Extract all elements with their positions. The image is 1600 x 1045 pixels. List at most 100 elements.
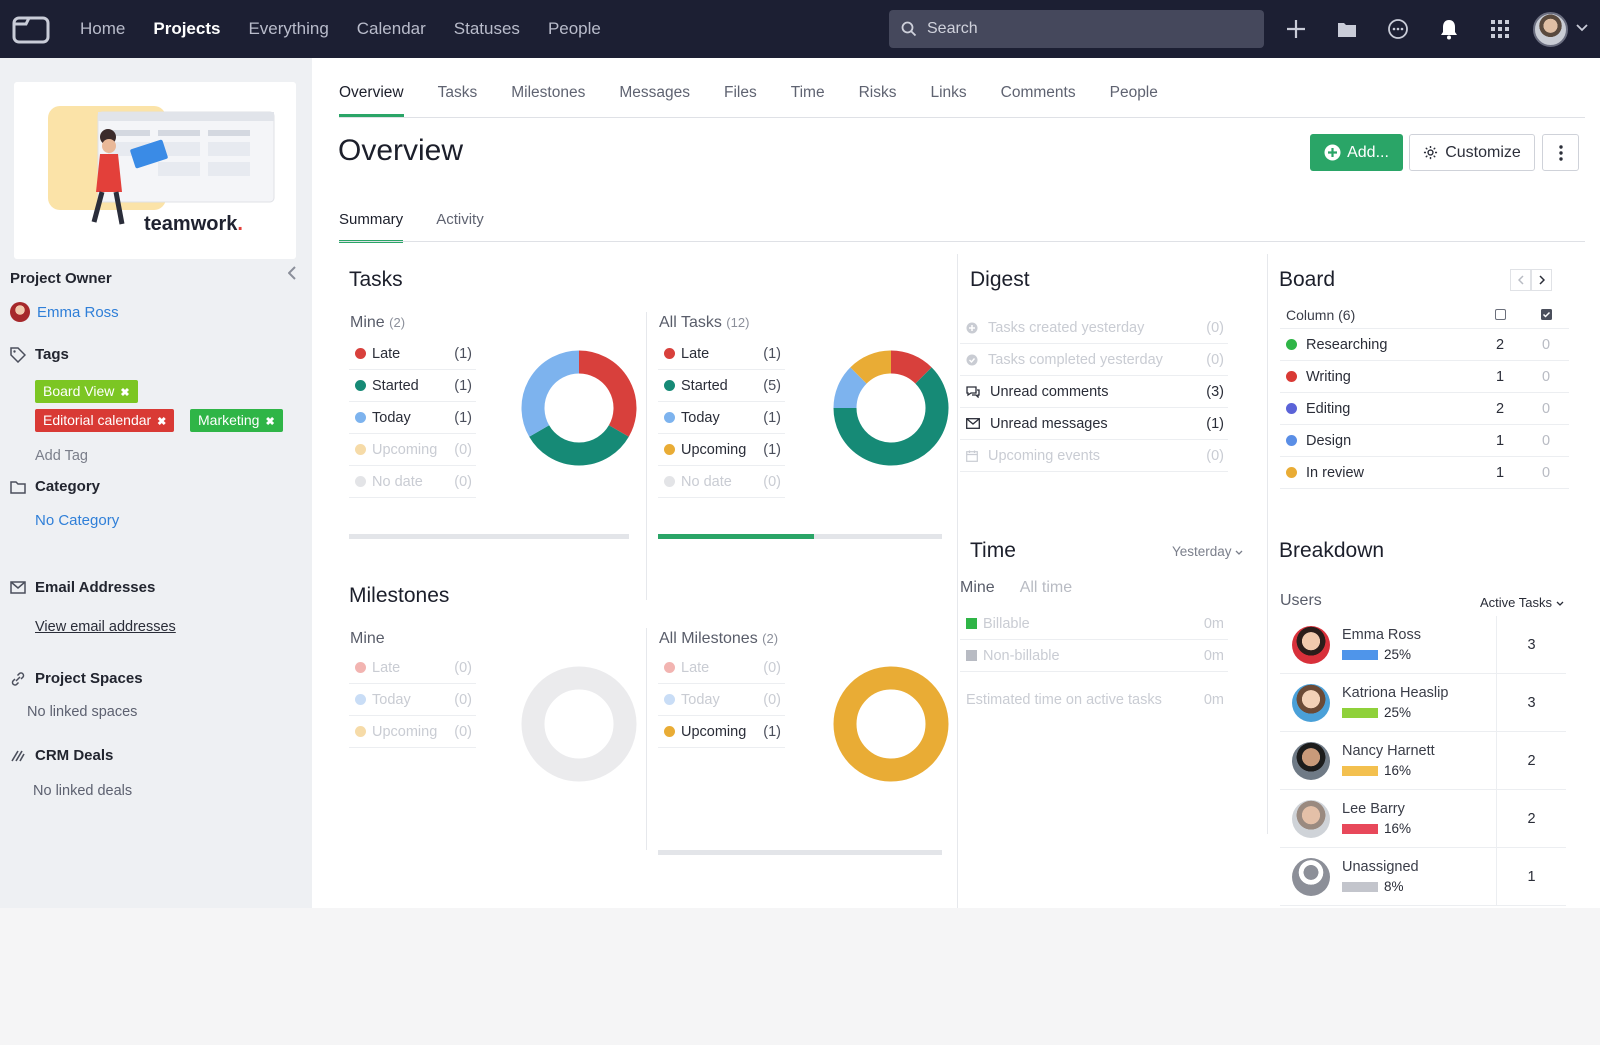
board-next-button[interactable] <box>1531 269 1552 291</box>
user-avatar[interactable] <box>1533 12 1568 47</box>
tag-board-view[interactable]: Board View ✖ <box>35 380 138 403</box>
category-link[interactable]: No Category <box>35 512 119 529</box>
milestones-title: Milestones <box>349 584 450 607</box>
user-share: 8% <box>1342 879 1496 894</box>
tab-people[interactable]: People <box>1110 84 1158 117</box>
avatar <box>1292 799 1330 838</box>
time-mine-toggle[interactable]: Mine <box>960 579 995 597</box>
estimated-time-row: Estimated time on active tasks 0m <box>966 692 1224 708</box>
tab-files[interactable]: Files <box>724 84 757 117</box>
user-row-unassigned[interactable]: Unassigned 8% 1 <box>1280 847 1566 906</box>
bell-icon[interactable] <box>1423 0 1474 58</box>
nav-calendar[interactable]: Calendar <box>343 19 440 39</box>
stat-count: (1) <box>763 723 781 740</box>
milestones-all-donut <box>833 666 949 782</box>
time-period-dropdown[interactable]: Yesterday <box>1172 544 1243 559</box>
user-share-bar <box>1342 765 1378 776</box>
board-active-count: 2 <box>1495 400 1505 417</box>
digest-row-tasks-created-yesterday[interactable]: Tasks created yesterday (0) <box>960 312 1228 344</box>
stat-row-no-date: No date (0) <box>658 466 785 498</box>
board-prev-button[interactable] <box>1510 269 1531 291</box>
stat-label: Started <box>681 377 728 394</box>
board-row-writing[interactable]: Writing 1 0 <box>1280 361 1569 393</box>
board-row-in-review[interactable]: In review 1 0 <box>1280 457 1569 489</box>
user-task-count: 3 <box>1496 673 1566 732</box>
status-dot <box>664 348 675 359</box>
add-tag-link[interactable]: Add Tag <box>35 448 88 464</box>
apps-grid-icon[interactable] <box>1474 0 1525 58</box>
owner-name-link[interactable]: Emma Ross <box>37 304 119 321</box>
checkbox-checked-icon[interactable] <box>1523 307 1569 323</box>
board-rows: Researching 2 0 Writing 1 0 Editing 2 0 Design 1 0 I… <box>1280 329 1569 489</box>
nav-home[interactable]: Home <box>66 19 139 39</box>
add-button[interactable]: Add... <box>1310 134 1403 171</box>
checkbox-empty-icon[interactable] <box>1477 307 1523 323</box>
stat-label: Late <box>372 659 401 676</box>
tab-time[interactable]: Time <box>791 84 825 117</box>
nav-everything[interactable]: Everything <box>234 19 342 39</box>
board-header-row: Column (6) <box>1280 302 1569 329</box>
panel-divider <box>646 628 647 850</box>
board-row-researching[interactable]: Researching 2 0 <box>1280 329 1569 361</box>
status-dot <box>355 380 366 391</box>
tab-messages[interactable]: Messages <box>619 84 690 117</box>
close-icon[interactable]: ✖ <box>265 416 274 428</box>
digest-row-tasks-completed-yesterday[interactable]: Tasks completed yesterday (0) <box>960 344 1228 376</box>
view-email-link[interactable]: View email addresses <box>35 619 176 635</box>
tab-tasks[interactable]: Tasks <box>438 84 478 117</box>
board-row-design[interactable]: Design 1 0 <box>1280 425 1569 457</box>
breakdown-title: Breakdown <box>1279 539 1385 562</box>
more-options-button[interactable] <box>1542 134 1579 171</box>
search-input[interactable]: Search <box>889 10 1264 48</box>
board-column-label: In review <box>1306 464 1365 481</box>
user-row-katriona-heaslip[interactable]: Katriona Heaslip 25% 3 <box>1280 673 1566 732</box>
folder-outline-icon <box>10 480 26 494</box>
nav-people[interactable]: People <box>534 19 615 39</box>
close-icon[interactable]: ✖ <box>120 387 129 399</box>
close-icon[interactable]: ✖ <box>157 416 166 428</box>
chevron-down-icon[interactable] <box>1576 24 1588 32</box>
tag-editorial-calendar[interactable]: Editorial calendar ✖ <box>35 409 175 432</box>
status-dot <box>355 726 366 737</box>
digest-list: Tasks created yesterday (0) Tasks complete… <box>960 312 1228 472</box>
user-share: 16% <box>1342 821 1496 836</box>
user-row-emma-ross[interactable]: Emma Ross 25% 3 <box>1280 615 1566 674</box>
tab-overview[interactable]: Overview <box>339 84 404 117</box>
customize-button[interactable]: Customize <box>1409 134 1535 171</box>
project-illustration: teamwork. <box>48 106 275 235</box>
subtab-activity[interactable]: Activity <box>436 211 484 243</box>
stat-row-today: Today (1) <box>658 402 785 434</box>
tag-marketing[interactable]: Marketing ✖ <box>190 409 283 432</box>
digest-row-unread-messages[interactable]: Unread messages (1) <box>960 408 1228 440</box>
tab-milestones[interactable]: Milestones <box>511 84 585 117</box>
digest-row-unread-comments[interactable]: Unread comments (3) <box>960 376 1228 408</box>
tab-comments[interactable]: Comments <box>1001 84 1076 117</box>
stat-count: (0) <box>763 659 781 676</box>
owner-row[interactable]: Emma Ross <box>10 302 119 322</box>
tab-risks[interactable]: Risks <box>859 84 897 117</box>
stat-label: Upcoming <box>372 723 438 740</box>
tabs-divider <box>339 117 1585 118</box>
chevron-left-icon[interactable] <box>288 266 296 280</box>
user-row-nancy-harnett[interactable]: Nancy Harnett 16% 2 <box>1280 731 1566 790</box>
stat-label: Late <box>372 345 401 362</box>
nav-statuses[interactable]: Statuses <box>440 19 534 39</box>
digest-row-upcoming-events[interactable]: Upcoming events (0) <box>960 440 1228 472</box>
folder-icon[interactable] <box>1321 0 1372 58</box>
active-tasks-dropdown[interactable]: Active Tasks <box>1480 595 1564 610</box>
chat-icon[interactable] <box>1372 0 1423 58</box>
board-row-editing[interactable]: Editing 2 0 <box>1280 393 1569 425</box>
subtab-summary[interactable]: Summary <box>339 211 404 243</box>
avatar <box>1292 741 1330 780</box>
stat-count: (1) <box>454 345 472 362</box>
status-dot <box>355 444 366 455</box>
tab-links[interactable]: Links <box>930 84 966 117</box>
tag-icon <box>10 346 26 363</box>
time-alltime-toggle[interactable]: All time <box>1020 579 1072 597</box>
nav-projects[interactable]: Projects <box>139 19 234 39</box>
user-share: 16% <box>1342 763 1496 778</box>
plus-icon[interactable] <box>1270 0 1321 58</box>
panel-divider <box>957 254 958 908</box>
user-row-lee-barry[interactable]: Lee Barry 16% 2 <box>1280 789 1566 848</box>
teamwork-logo-icon[interactable] <box>12 13 50 45</box>
